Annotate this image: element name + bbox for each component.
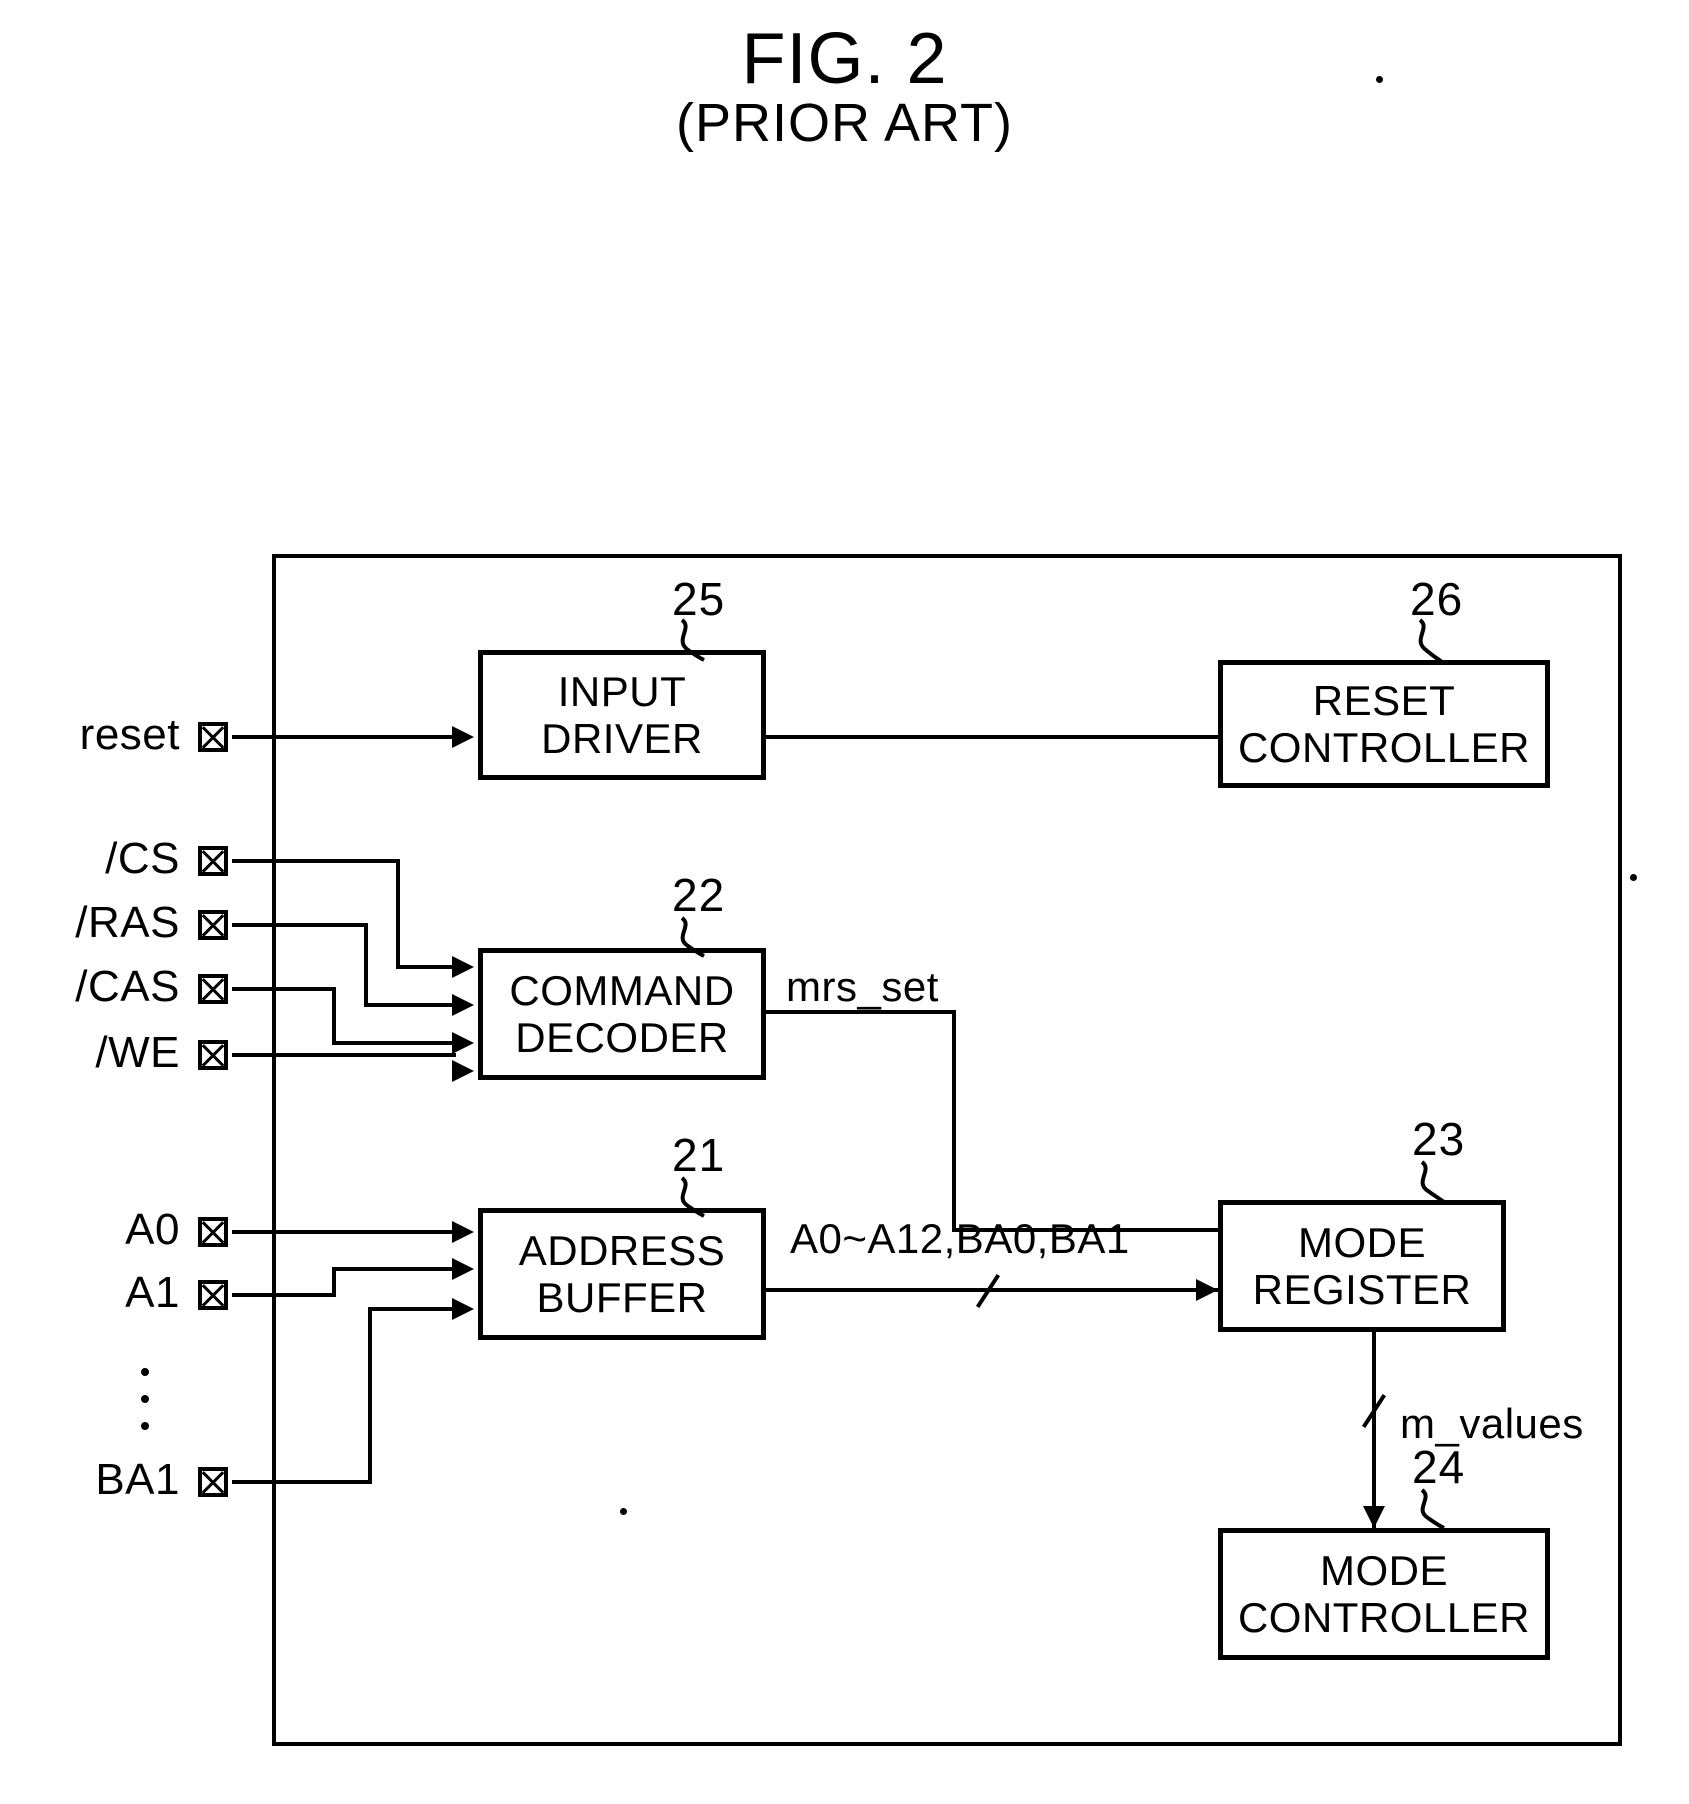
signal-label-mrs-set: mrs_set: [786, 963, 939, 1010]
pin-label-ba1: BA1: [95, 1455, 180, 1504]
wire-we-into-decoder: [232, 1053, 456, 1057]
pin-pad-a1[interactable]: [198, 1280, 228, 1310]
arrowhead-ras-decoder: [452, 994, 474, 1016]
wire-cas-vertical: [332, 987, 336, 1045]
pin-pad-ras[interactable]: [198, 910, 228, 940]
wire-cs-horizontal: [232, 859, 400, 863]
pin-pad-we[interactable]: [198, 1040, 228, 1070]
wire-a1-horizontal: [232, 1293, 336, 1297]
arrowhead-ba1-address-buffer: [452, 1298, 474, 1320]
block-mode-register-line2: REGISTER: [1252, 1266, 1472, 1313]
pin-label-cs: /CS: [105, 834, 180, 883]
pin-label-reset: reset: [79, 710, 180, 759]
arrowhead-cs-decoder: [452, 956, 474, 978]
block-address-buffer-line1: ADDRESS: [518, 1226, 726, 1274]
pin-list-ellipsis: [141, 1368, 149, 1430]
pin-pad-cs[interactable]: [198, 846, 228, 876]
block-command-decoder-line1: COMMAND: [509, 966, 735, 1014]
wire-input-driver-to-reset-controller: [766, 735, 1218, 739]
block-reset-controller-line2: CONTROLLER: [1237, 724, 1531, 771]
wire-a0-into-address-buffer: [232, 1230, 456, 1234]
wire-mrs-set-vertical: [952, 1010, 956, 1232]
ref-leader-21: [680, 1176, 705, 1218]
block-address-buffer-line2: BUFFER: [536, 1274, 708, 1321]
wire-ba1-vertical: [368, 1307, 372, 1484]
arrowhead-a1-address-buffer: [452, 1258, 474, 1280]
block-mode-controller-line1: MODE: [1320, 1546, 1448, 1594]
wire-ras-into-decoder: [364, 1003, 456, 1007]
wire-ras-vertical: [364, 923, 368, 1007]
signal-label-address-bus: A0~A12,BA0,BA1: [790, 1215, 1130, 1262]
block-input-driver-line2: DRIVER: [541, 715, 703, 762]
pin-label-cas: /CAS: [75, 962, 180, 1011]
ref-leader-25: [680, 618, 705, 662]
arrowhead-m-values-mode-controller: [1363, 1506, 1385, 1528]
ref-leader-22: [680, 916, 705, 958]
wire-m-values: [1372, 1332, 1376, 1528]
pin-pad-cas[interactable]: [198, 974, 228, 1004]
wire-reset-to-input-driver: [232, 735, 456, 739]
pin-pad-ba1[interactable]: [198, 1467, 228, 1497]
wire-cas-horizontal: [232, 987, 336, 991]
wire-ba1-into-address-buffer: [368, 1307, 456, 1311]
figure-title: FIG. 2: [741, 19, 948, 99]
ref-numeral-22: 22: [672, 869, 726, 921]
block-mode-controller-line2: CONTROLLER: [1237, 1594, 1531, 1641]
wire-a1-into-address-buffer: [332, 1267, 456, 1271]
arrowhead-a0-address-buffer: [452, 1221, 474, 1243]
pin-label-a0: A0: [125, 1205, 180, 1254]
pin-label-ras: /RAS: [75, 898, 180, 947]
signal-label-m-values: m_values: [1400, 1400, 1584, 1447]
wire-cas-into-decoder: [332, 1041, 456, 1045]
figure-subtitle: (PRIOR ART): [675, 93, 1014, 153]
block-mode-register[interactable]: MODE REGISTER: [1218, 1200, 1506, 1332]
arrowhead-we-decoder: [452, 1060, 474, 1082]
scan-speck-mid-right: [1630, 874, 1637, 881]
wire-cs-vertical: [396, 859, 400, 969]
figure-page: FIG. 2 (PRIOR ART) reset /CS /RAS /CAS /…: [0, 0, 1689, 1804]
arrowhead-cas-decoder: [452, 1032, 474, 1054]
arrowhead-address-bus-mode-register: [1196, 1279, 1218, 1301]
block-input-driver-line1: INPUT: [557, 667, 687, 715]
ref-leader-23: [1420, 1160, 1446, 1204]
wire-a1-vertical: [332, 1267, 336, 1297]
ref-numeral-23: 23: [1412, 1113, 1466, 1165]
block-reset-controller-line1: RESET: [1312, 676, 1456, 724]
scan-speck-bottom-left: [620, 1508, 627, 1515]
ref-leader-26: [1418, 618, 1444, 664]
block-input-driver[interactable]: INPUT DRIVER: [478, 650, 766, 780]
block-mode-register-line1: MODE: [1298, 1218, 1426, 1266]
block-command-decoder[interactable]: COMMAND DECODER: [478, 948, 766, 1080]
arrowhead-reset-input-driver: [452, 726, 474, 748]
block-mode-controller[interactable]: MODE CONTROLLER: [1218, 1528, 1550, 1660]
pin-pad-a0[interactable]: [198, 1217, 228, 1247]
wire-address-bus: [766, 1288, 1218, 1292]
pin-label-we: /WE: [95, 1028, 180, 1077]
ref-numeral-21: 21: [672, 1129, 726, 1181]
wire-cs-into-decoder: [396, 965, 456, 969]
pin-pad-reset[interactable]: [198, 722, 228, 752]
pin-label-a1: A1: [125, 1268, 180, 1317]
wire-ras-horizontal: [232, 923, 368, 927]
wire-ba1-horizontal: [232, 1480, 372, 1484]
ref-numeral-24: 24: [1412, 1441, 1466, 1493]
scan-speck-top-right: [1376, 76, 1383, 83]
block-reset-controller[interactable]: RESET CONTROLLER: [1218, 660, 1550, 788]
ref-leader-24: [1420, 1488, 1445, 1530]
block-address-buffer[interactable]: ADDRESS BUFFER: [478, 1208, 766, 1340]
block-command-decoder-line2: DECODER: [515, 1014, 729, 1061]
